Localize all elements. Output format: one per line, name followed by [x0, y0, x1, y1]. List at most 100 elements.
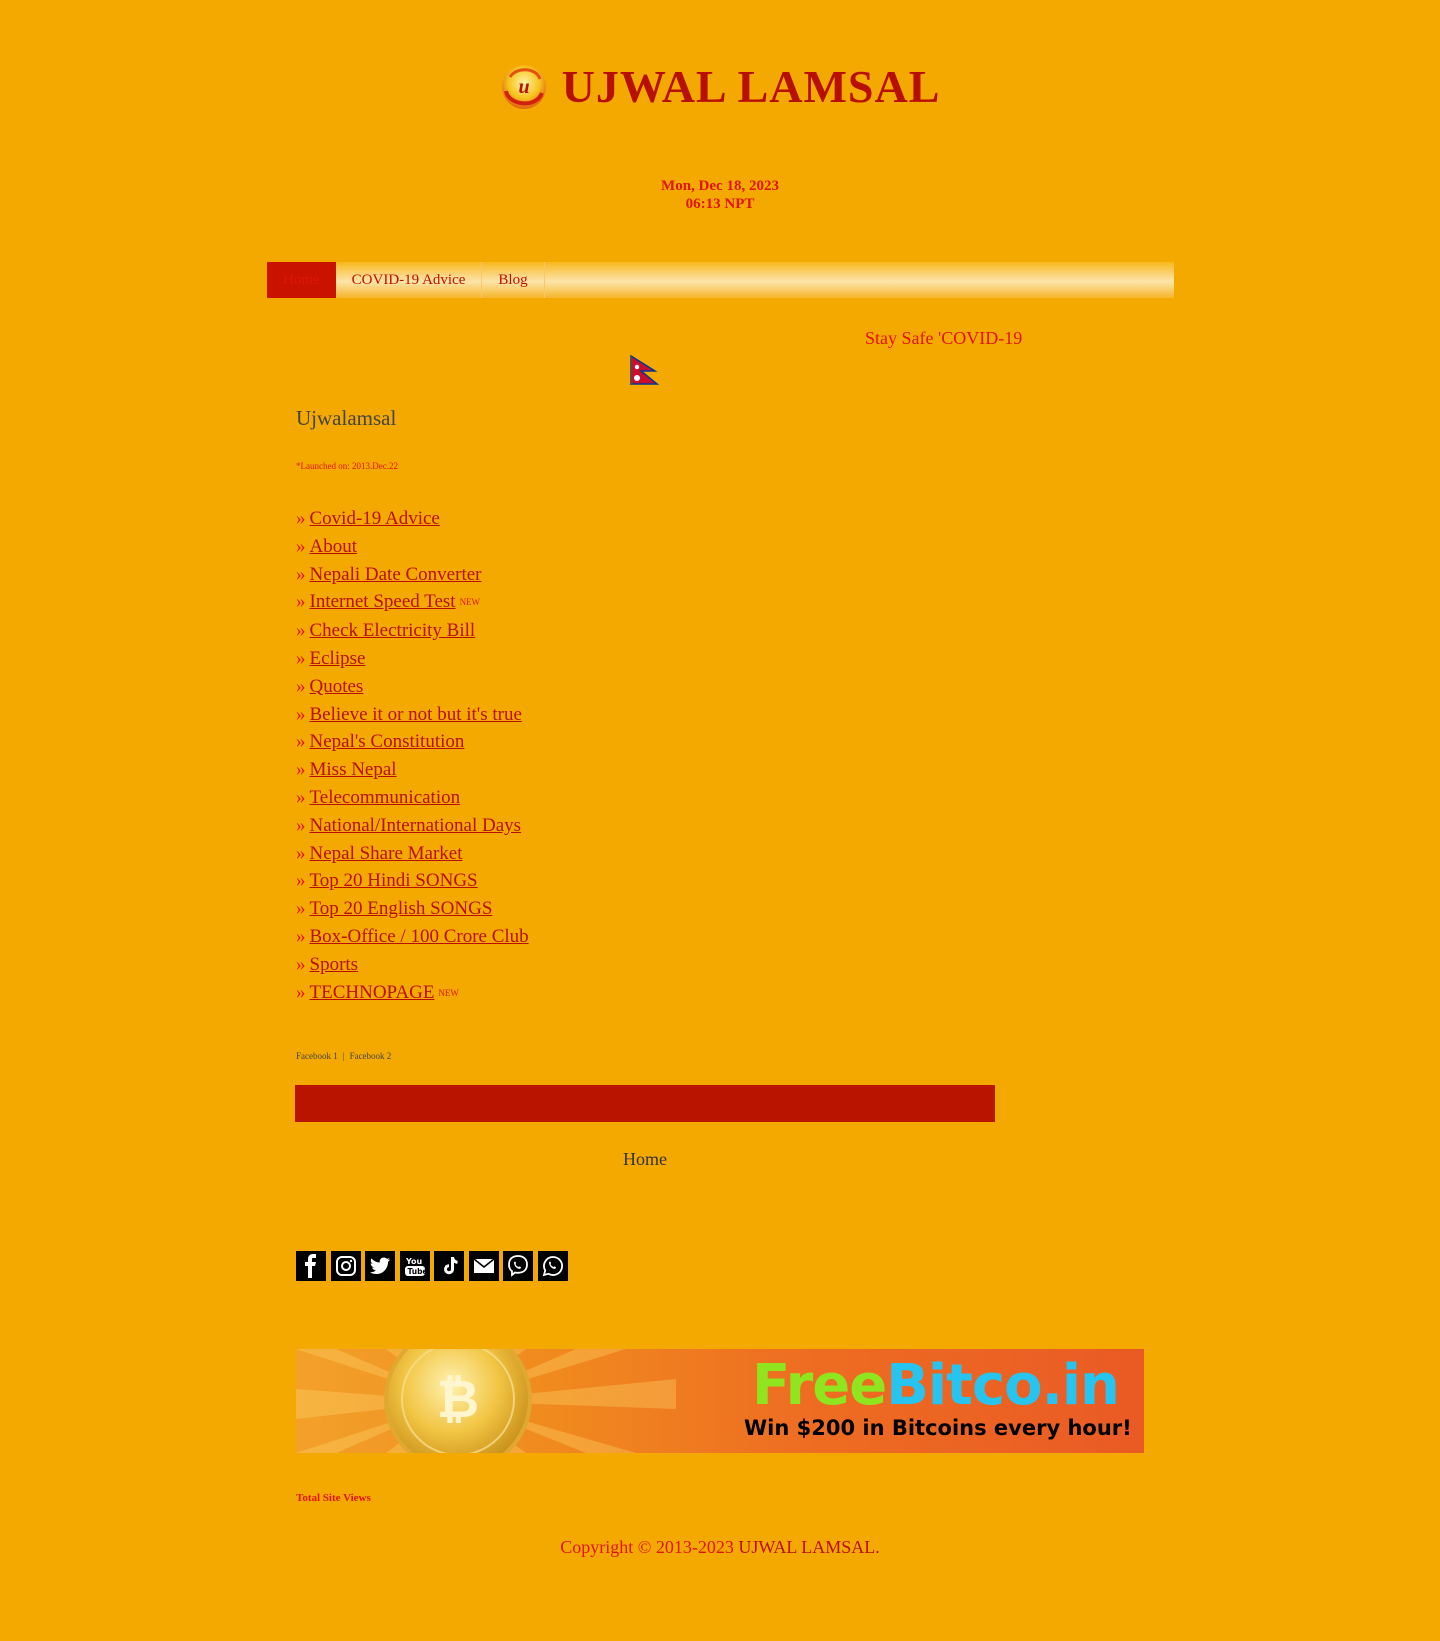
link-telecommunication[interactable]: Telecommunication: [310, 787, 461, 808]
bullet: »: [296, 647, 306, 669]
list-item: » Top 20 English SONGS: [296, 895, 996, 923]
bullet: »: [296, 675, 306, 697]
bullet: »: [296, 842, 306, 864]
link-list: » Covid-19 Advice» About» Nepali Date Conve…: [296, 505, 996, 1007]
logo-letter: u: [518, 76, 529, 98]
list-item: » Sports: [296, 951, 996, 979]
link-covid-19-advice[interactable]: Covid-19 Advice: [310, 508, 440, 529]
site-header: u UJWAL LAMSAL: [0, 60, 1440, 113]
date-time-display: Mon, Dec 18, 2023 06:13 NPT: [0, 177, 1440, 213]
link-top-20-english-songs[interactable]: Top 20 English SONGS: [310, 898, 493, 919]
separator: |: [342, 1051, 345, 1061]
footer-home-link[interactable]: Home: [623, 1149, 667, 1169]
copyright-name[interactable]: UJWAL LAMSAL.: [738, 1537, 879, 1557]
link-nepal-share-market[interactable]: Nepal Share Market: [310, 843, 463, 864]
banner-brand-rest: Bitco.in: [886, 1353, 1120, 1418]
bullet: »: [296, 731, 306, 753]
site-logo-icon: u: [501, 64, 546, 109]
nav-blog[interactable]: Blog: [482, 262, 545, 298]
link-eclipse[interactable]: Eclipse: [310, 648, 366, 669]
current-date: Mon, Dec 18, 2023: [661, 178, 779, 194]
list-item: » Nepal's Constitution: [296, 728, 996, 756]
banner-brand: FreeBitco.in: [752, 1353, 1120, 1418]
bullet: »: [296, 759, 306, 781]
link-internet-speed-test[interactable]: Internet Speed Test: [310, 591, 456, 612]
site-name-heading: Ujwalamsal: [296, 406, 397, 430]
list-item: » Quotes: [296, 673, 996, 701]
footer-home: Home: [0, 1149, 1290, 1170]
list-item: » About: [296, 533, 996, 561]
main-content: Ujwalamsal *Launched on: 2013.Dec.22 » Co…: [296, 406, 996, 1007]
launched-date: *Launched on: 2013.Dec.22: [296, 461, 398, 471]
facebook-link-1[interactable]: Facebook 1: [296, 1051, 338, 1061]
new-badge: NEW: [438, 987, 459, 998]
list-item: » Internet Speed Test NEW: [296, 588, 996, 617]
svg-text:₿: ₿: [437, 1370, 479, 1430]
bullet: »: [296, 563, 306, 585]
link-quotes[interactable]: Quotes: [310, 676, 364, 697]
site-title: UJWAL LAMSAL: [561, 61, 941, 112]
social-icons: You Tube: [296, 1251, 568, 1281]
list-item: » Top 20 Hindi SONGS: [296, 867, 996, 895]
total-site-views: Total Site Views: [296, 1492, 371, 1504]
nav-covid-advice[interactable]: COVID-19 Advice: [336, 262, 483, 298]
bullet: »: [296, 981, 306, 1003]
tiktok-icon[interactable]: [434, 1251, 464, 1281]
bullet: »: [296, 898, 306, 920]
list-item: » Eclipse: [296, 645, 996, 673]
email-icon[interactable]: [468, 1251, 499, 1281]
list-item: » Covid-19 Advice: [296, 505, 996, 533]
list-item: » National/International Days: [296, 812, 996, 840]
scrolling-notice: Stay Safe 'COVID-19: [865, 328, 1023, 348]
nav-home[interactable]: Home: [267, 262, 336, 298]
bullet: »: [296, 953, 306, 975]
nepal-flag-icon: [630, 355, 659, 385]
bullet: »: [296, 703, 306, 725]
bitcoin-coin-icon: ₿: [384, 1349, 532, 1453]
banner-brand-free: Free: [752, 1353, 887, 1418]
twitter-icon[interactable]: [365, 1251, 395, 1281]
link-believe-it-or-not-but-it-s-true[interactable]: Believe it or not but it's true: [310, 704, 522, 725]
instagram-icon[interactable]: [330, 1251, 361, 1281]
copyright-prefix: Copyright © 2013-2023: [560, 1537, 734, 1557]
bullet: »: [296, 870, 306, 892]
facebook-links: Facebook 1 | Facebook 2: [296, 1051, 391, 1061]
list-item: » Check Electricity Bill: [296, 617, 996, 645]
list-item: » TECHNOPAGE NEW: [296, 979, 996, 1008]
bullet: »: [296, 620, 306, 642]
list-item: » Nepali Date Converter: [296, 561, 996, 589]
whatsapp-icon[interactable]: [537, 1251, 568, 1281]
bullet: »: [296, 786, 306, 808]
list-item: » Miss Nepal: [296, 756, 996, 784]
red-divider-bar: [295, 1085, 995, 1122]
link-nepali-date-converter[interactable]: Nepali Date Converter: [310, 564, 482, 585]
freebitcoin-banner[interactable]: ₿ FreeBitco.in Win $200 in Bitcoins ever…: [296, 1349, 1144, 1453]
banner-tagline: Win $200 in Bitcoins every hour!: [744, 1416, 1132, 1440]
link-about[interactable]: About: [310, 536, 358, 557]
bullet: »: [296, 535, 306, 557]
link-technopage[interactable]: TECHNOPAGE: [310, 982, 435, 1003]
bullet: »: [296, 814, 306, 836]
list-item: » Box-Office / 100 Crore Club: [296, 923, 996, 951]
list-item: » Nepal Share Market: [296, 840, 996, 868]
svg-text:Tube: Tube: [407, 1267, 427, 1276]
bullet: »: [296, 925, 306, 947]
link-sports[interactable]: Sports: [310, 954, 359, 975]
list-item: » Telecommunication: [296, 784, 996, 812]
current-time: 06:13 NPT: [685, 196, 755, 212]
facebook-icon[interactable]: [296, 1251, 326, 1281]
link-nepal-s-constitution[interactable]: Nepal's Constitution: [310, 731, 465, 752]
facebook-link-2[interactable]: Facebook 2: [350, 1051, 392, 1061]
copyright: Copyright © 2013-2023 UJWAL LAMSAL.: [0, 1537, 1440, 1558]
link-box-office-100-crore-club[interactable]: Box-Office / 100 Crore Club: [310, 926, 529, 947]
link-top-20-hindi-songs[interactable]: Top 20 Hindi SONGS: [310, 870, 478, 891]
youtube-icon[interactable]: You Tube: [399, 1251, 430, 1281]
link-check-electricity-bill[interactable]: Check Electricity Bill: [310, 620, 476, 641]
main-nav: Home COVID-19 Advice Blog: [267, 262, 1174, 298]
link-national-international-days[interactable]: National/International Days: [310, 815, 522, 836]
bullet: »: [296, 508, 306, 529]
viber-icon[interactable]: [503, 1251, 533, 1281]
link-miss-nepal[interactable]: Miss Nepal: [310, 759, 397, 780]
new-badge: NEW: [459, 597, 481, 608]
bullet: »: [296, 591, 306, 613]
